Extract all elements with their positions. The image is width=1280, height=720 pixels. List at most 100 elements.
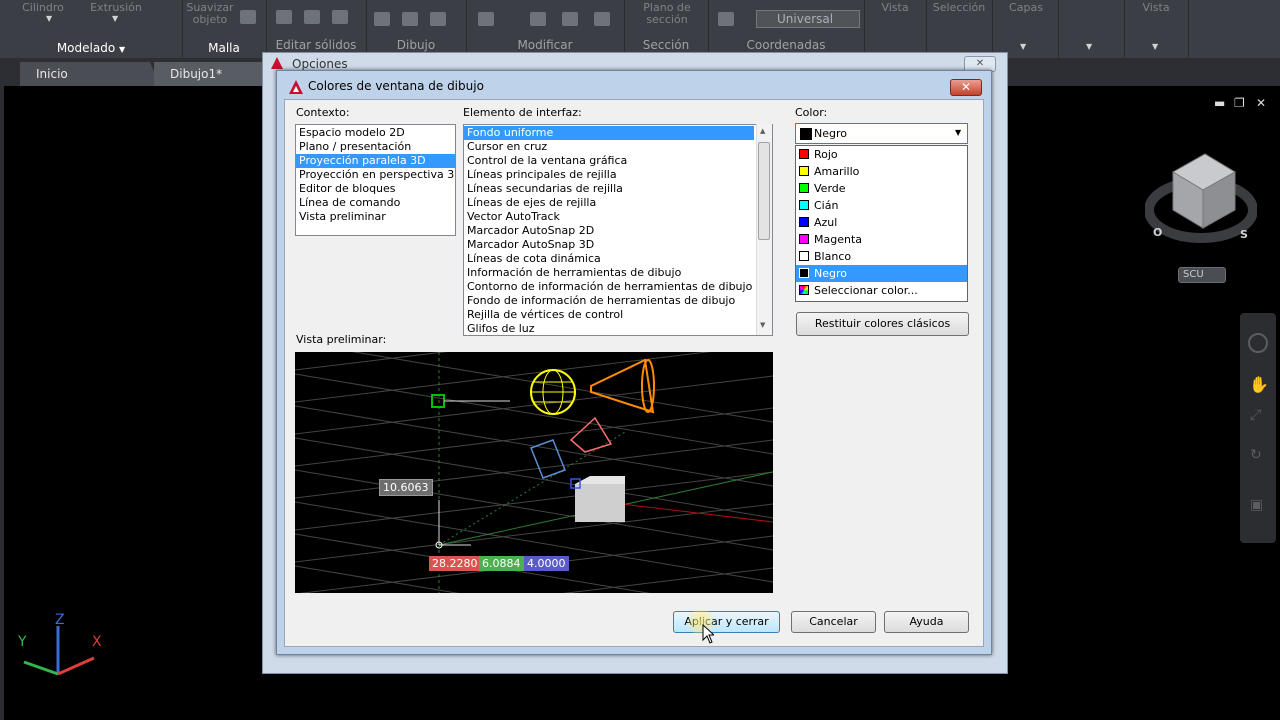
chevron-down-icon[interactable]: ▼ [1020, 42, 1026, 51]
list-item[interactable]: Información de herramientas de dibujo [464, 266, 772, 280]
restore-icon[interactable]: ❐ [1234, 96, 1245, 110]
layers-label[interactable]: Capas [1006, 2, 1046, 14]
color-combobox[interactable]: Negro ▼ [795, 123, 968, 144]
view-label[interactable]: Vista [1134, 2, 1178, 14]
list-item[interactable]: Línea de comando [296, 196, 455, 210]
ribbon-panel-seleccion[interactable]: Selección [926, 0, 993, 58]
list-item[interactable]: Contorno de información de herramientas … [464, 280, 772, 294]
selection-label[interactable]: Selección [930, 2, 988, 14]
minimize-icon[interactable]: ▬ [1214, 96, 1225, 110]
ribbon-panel-vista[interactable]: Vista [864, 0, 927, 58]
scroll-down-icon[interactable]: ▼ [760, 321, 765, 329]
ribbon-panel-modelado[interactable]: Cilindro Extrusión ▼ ▼ Modelado ▼ [0, 0, 183, 58]
color-dropdown-list[interactable]: Rojo Amarillo Verde Cián Azul Magenta Bl… [795, 145, 968, 302]
ucs-menu[interactable]: SCU [1178, 267, 1226, 283]
showmotion-icon[interactable]: ▣ [1250, 497, 1263, 513]
list-item[interactable]: Líneas de ejes de rejilla [464, 196, 772, 210]
list-item[interactable]: Espacio modelo 2D [296, 126, 455, 140]
list-item[interactable]: Cursor en cruz [464, 140, 772, 154]
help-button[interactable]: Ayuda [884, 611, 969, 633]
list-item[interactable]: Fondo de información de herramientas de … [464, 294, 772, 308]
list-item[interactable]: Plano / presentación [296, 140, 455, 154]
ribbon-panel-coordenadas[interactable]: Universal Coordenadas [708, 0, 865, 58]
list-item[interactable]: Proyección paralela 3D [296, 154, 455, 168]
list-item[interactable]: Rejilla de vértices de control [464, 308, 772, 322]
list-item[interactable]: Marcador AutoSnap 3D [464, 238, 772, 252]
ribbon-panel-title[interactable]: Coordenadas [708, 38, 864, 52]
list-item[interactable]: Editor de bloques [296, 182, 455, 196]
polygon-icon[interactable] [374, 12, 390, 26]
close-viewport-icon[interactable]: ✕ [1256, 96, 1266, 110]
dialog-close-button[interactable]: ✕ [950, 79, 982, 96]
ribbon-panel-title[interactable]: Sección [624, 38, 708, 52]
color-option-select-color[interactable]: Seleccionar color... [796, 282, 967, 299]
eraser-icon[interactable] [304, 10, 320, 24]
move-icon[interactable] [478, 12, 494, 26]
scroll-up-icon[interactable]: ▲ [760, 127, 765, 135]
chevron-down-icon[interactable]: ▼ [1086, 42, 1092, 51]
chevron-down-icon[interactable]: ▼ [46, 14, 52, 23]
color-option-cian[interactable]: Cián [796, 197, 967, 214]
zoom-icon[interactable]: ⤢ [1250, 407, 1261, 423]
extrude-tool-label[interactable]: Extrusión [86, 2, 146, 14]
list-item[interactable]: Fondo uniforme [464, 126, 754, 140]
scrollbar-thumb[interactable] [758, 142, 770, 240]
color-option-amarillo[interactable]: Amarillo [796, 163, 967, 180]
context-list[interactable]: Espacio modelo 2D Plano / presentación P… [295, 124, 456, 236]
list-item[interactable]: Líneas principales de rejilla [464, 168, 772, 182]
ucs-icon[interactable] [718, 12, 734, 26]
ribbon-panel-title[interactable]: Dibujo [366, 38, 466, 52]
list-item[interactable]: Líneas secundarias de rejilla [464, 182, 772, 196]
color-option-magenta[interactable]: Magenta [796, 231, 967, 248]
helix-icon[interactable] [430, 12, 446, 26]
compass-west-label[interactable]: O [1153, 226, 1162, 239]
section-plane-label[interactable]: Plano de sección [638, 2, 696, 26]
list-item[interactable]: Líneas de cota dinámica [464, 252, 772, 266]
list-item[interactable]: Vector AutoTrack [464, 210, 772, 224]
solid-edit-icon[interactable] [276, 10, 292, 24]
chevron-down-icon[interactable]: ▼ [1152, 42, 1158, 51]
ribbon-panel-modificar[interactable]: Modificar [466, 0, 625, 58]
color-option-azul[interactable]: Azul [796, 214, 967, 231]
compass-south-label[interactable]: S [1240, 228, 1248, 241]
color-option-rojo[interactable]: Rojo [796, 146, 967, 163]
color-option-verde[interactable]: Verde [796, 180, 967, 197]
array-icon[interactable] [594, 12, 610, 26]
chevron-down-icon[interactable]: ▼ [955, 128, 961, 137]
mirror-icon[interactable] [562, 12, 578, 26]
steering-wheel-icon[interactable] [1248, 333, 1268, 353]
chevron-down-icon[interactable]: ▼ [112, 14, 118, 23]
tab-dibujo1[interactable]: Dibujo1* [154, 62, 272, 86]
color-option-negro[interactable]: Negro [796, 265, 967, 282]
align-icon[interactable] [530, 12, 546, 26]
ribbon-panel-title[interactable]: Modificar [466, 38, 624, 52]
ribbon-panel-title[interactable]: Editar sólidos [266, 38, 366, 52]
view-label[interactable]: Vista [872, 2, 918, 14]
separate-icon[interactable] [332, 10, 348, 24]
ribbon-panel-seccion[interactable]: Plano de sección Sección [624, 0, 709, 58]
ribbon-panel-title[interactable]: Modelado ▼ [0, 41, 182, 55]
cylinder-tool-label[interactable]: Cilindro [18, 2, 68, 14]
list-item[interactable]: Proyección en perspectiva 3D [296, 168, 455, 182]
mesh-icon[interactable] [240, 10, 256, 24]
color-option-blanco[interactable]: Blanco [796, 248, 967, 265]
interface-element-list[interactable]: Fondo uniforme Cursor en cruz Control de… [463, 124, 773, 336]
pan-hand-icon[interactable]: ✋ [1249, 375, 1269, 394]
restore-classic-colors-button[interactable]: Restituir colores clásicos [796, 312, 969, 336]
list-item[interactable]: Vista preliminar [296, 210, 455, 224]
list-item[interactable]: Marcador AutoSnap 2D [464, 224, 772, 238]
cancel-button[interactable]: Cancelar [791, 611, 876, 633]
rectangle-icon[interactable] [402, 12, 418, 26]
ribbon-panel-vista2[interactable]: Vista ▼ [1124, 0, 1189, 58]
ribbon-panel-capas[interactable]: Capas ▼ [992, 0, 1059, 58]
ribbon-panel-dibujo[interactable]: Dibujo [366, 0, 467, 58]
ucs-combo[interactable]: Universal [756, 10, 860, 28]
list-item[interactable]: Glifos de luz [464, 322, 772, 335]
smooth-object-label[interactable]: Suavizar objeto [186, 2, 234, 26]
ribbon-panel-title[interactable]: Malla [182, 41, 266, 55]
tab-inicio[interactable]: Inicio [20, 62, 160, 86]
orbit-icon[interactable]: ↻ [1250, 447, 1262, 463]
ribbon-panel-extra[interactable]: ▼ [1058, 0, 1125, 58]
list-item[interactable]: Control de la ventana gráfica [464, 154, 772, 168]
ribbon-panel-editar-solidos[interactable]: Editar sólidos [266, 0, 367, 58]
